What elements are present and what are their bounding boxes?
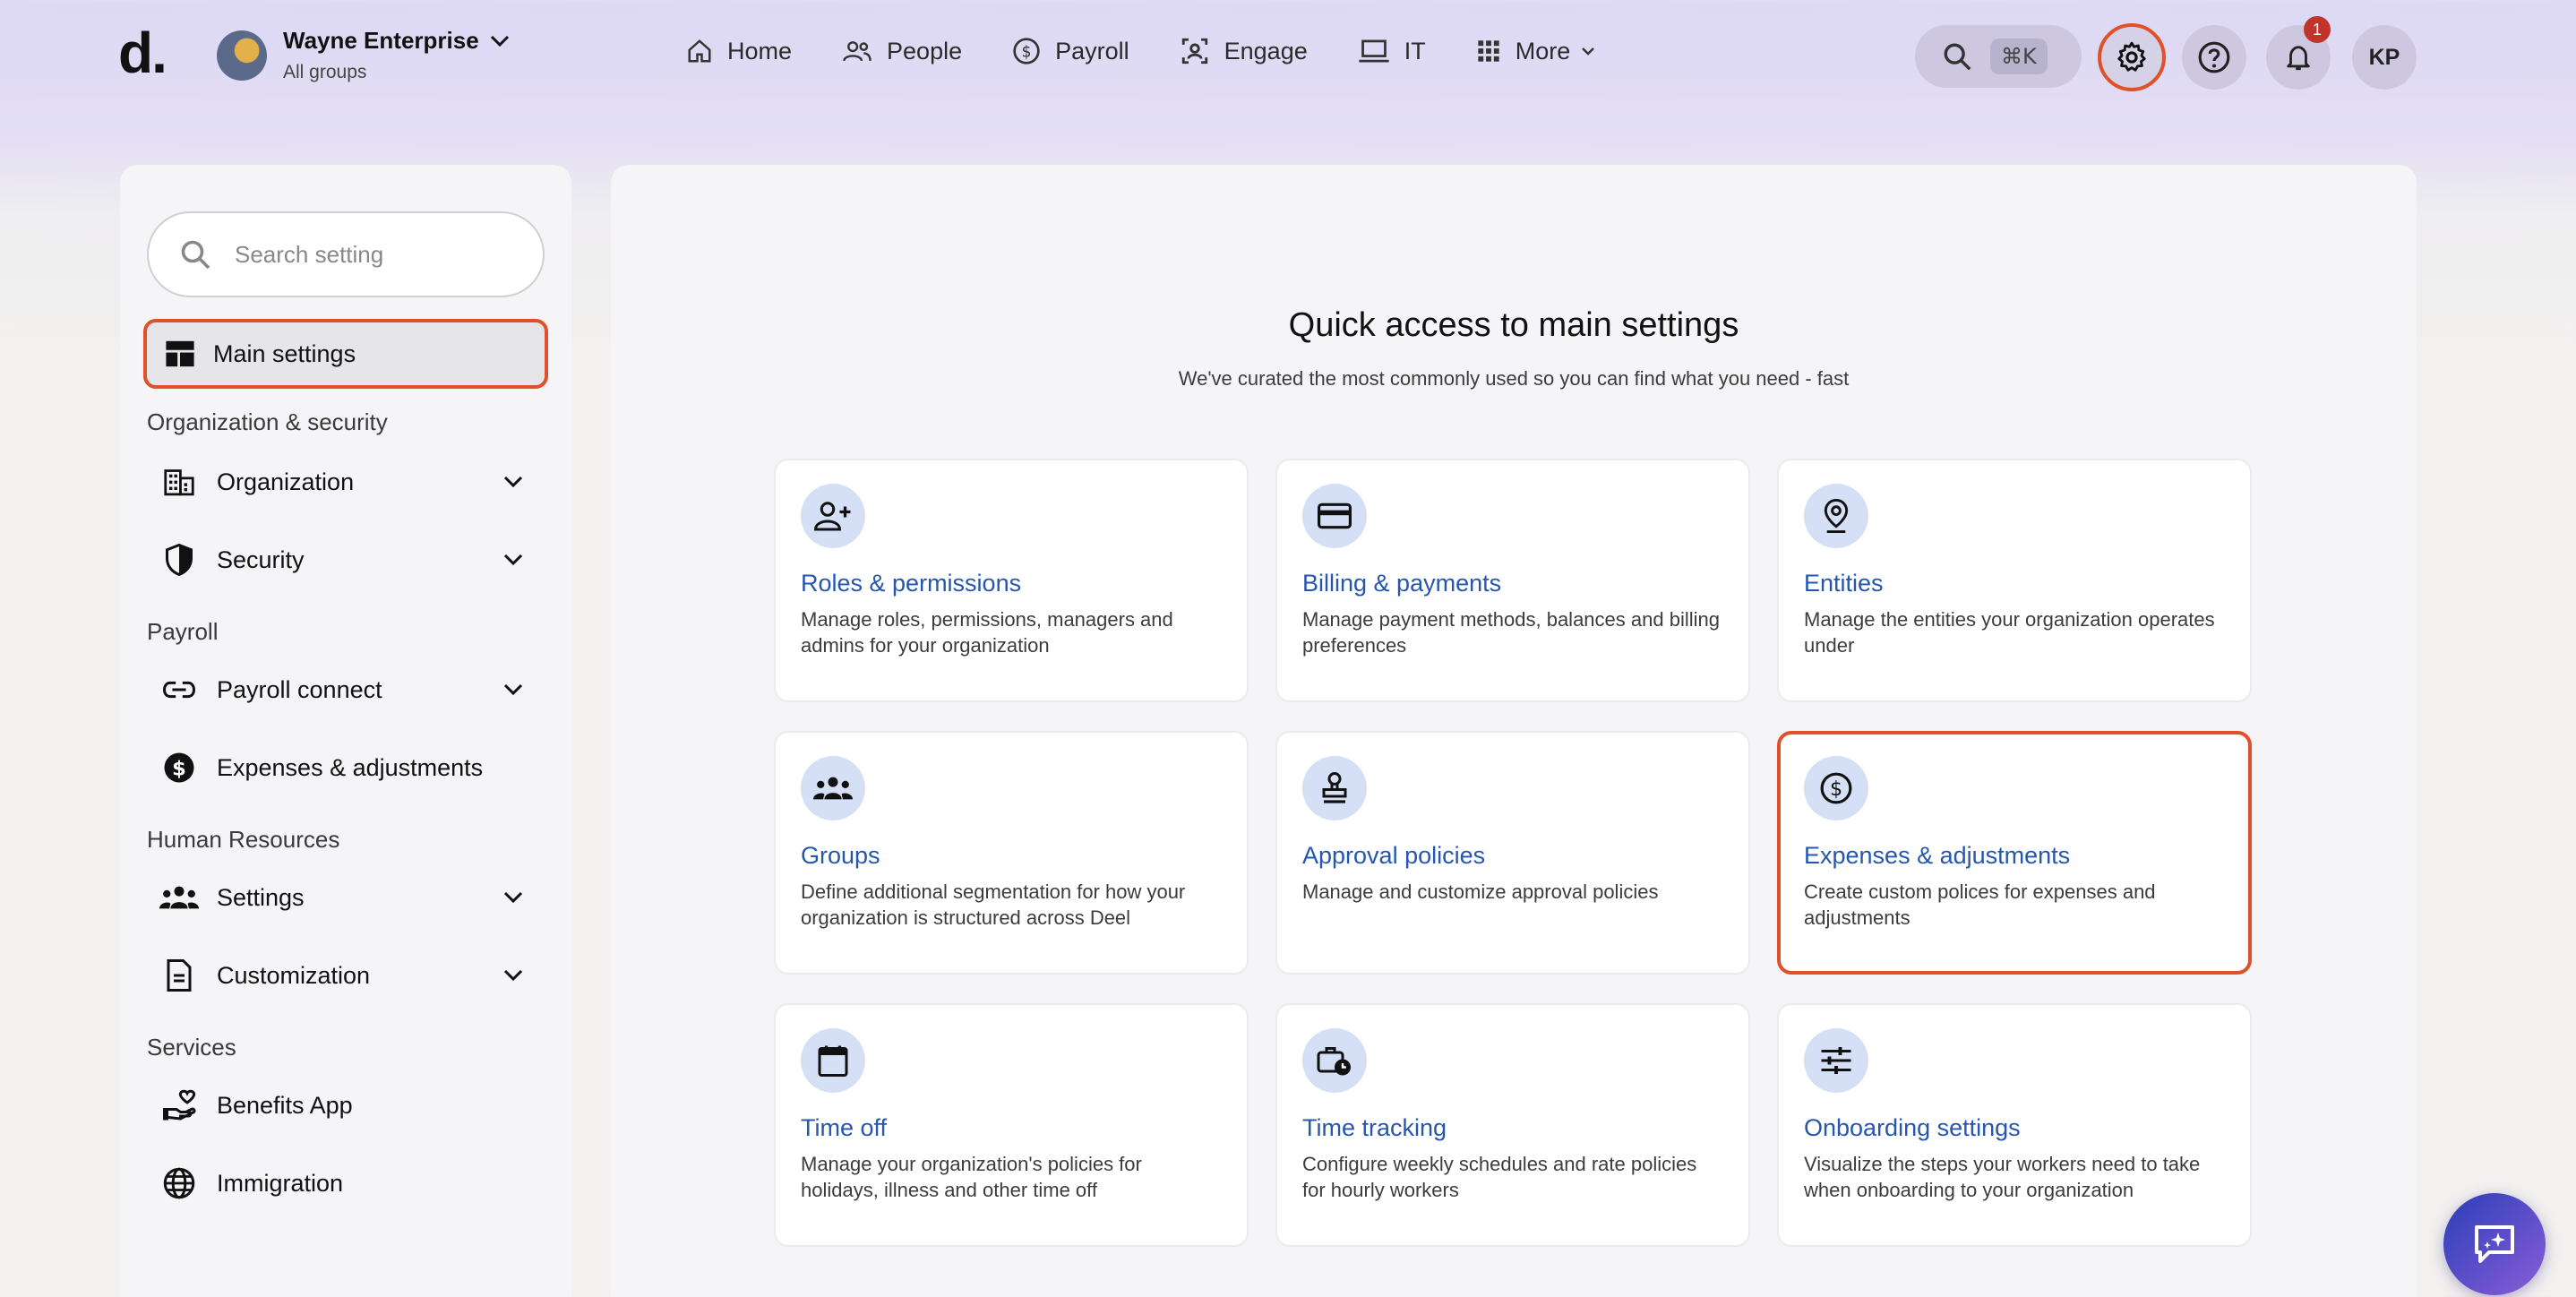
- nav-engage[interactable]: Engage: [1180, 36, 1308, 66]
- nav-home[interactable]: Home: [686, 38, 792, 65]
- sidebar-item-benefits-app[interactable]: Benefits App: [159, 1078, 536, 1132]
- stamp-icon: [1322, 772, 1347, 803]
- card-billing-payments[interactable]: Billing & payments Manage payment method…: [1275, 459, 1750, 702]
- settings-sidebar: Main settings Organization & security Or…: [120, 165, 571, 1297]
- org-name: Wayne Enterprise: [283, 27, 510, 55]
- chevron-down-icon: [503, 969, 523, 982]
- sidebar-item-security[interactable]: Security: [159, 533, 536, 587]
- gear-icon: [2117, 41, 2146, 72]
- card-time-tracking[interactable]: Time tracking Configure weekly schedules…: [1275, 1003, 1750, 1247]
- nav-payroll[interactable]: $ Payroll: [1012, 37, 1129, 65]
- card-time-off[interactable]: Time off Manage your organization's poli…: [774, 1003, 1249, 1247]
- chevron-down-icon: [503, 476, 523, 488]
- section-heading-services: Services: [147, 1034, 236, 1061]
- top-bar: d. Wayne Enterprise All groups Home Peop…: [0, 0, 2576, 111]
- card-expenses-adjustments[interactable]: $ Expenses & adjustments Create custom p…: [1777, 731, 2252, 975]
- sidebar-item-payroll-connect[interactable]: Payroll connect: [159, 663, 536, 717]
- org-scope: All groups: [283, 62, 367, 82]
- search-icon: [181, 240, 210, 270]
- people-icon: [843, 41, 872, 62]
- user-avatar[interactable]: KP: [2352, 25, 2417, 90]
- card-approval-policies[interactable]: Approval policies Manage and customize a…: [1275, 731, 1750, 975]
- engage-icon: [1181, 38, 1207, 64]
- page-title: Quick access to main settings: [1288, 306, 1739, 344]
- sidebar-item-customization[interactable]: Customization: [159, 949, 536, 1002]
- search-shortcut: ⌘K: [1990, 39, 2048, 74]
- sidebar-item-hr-settings[interactable]: Settings: [159, 871, 536, 924]
- hand-heart-icon: [163, 1089, 196, 1121]
- sidebar-item-expenses-adjustments[interactable]: $ Expenses & adjustments: [159, 741, 536, 795]
- chevron-down-icon: [503, 683, 523, 696]
- link-icon: [163, 681, 195, 699]
- main-nav: Home People $ Payroll Engage IT More: [686, 36, 1645, 66]
- building-icon: [164, 469, 194, 496]
- user-plus-icon: [814, 502, 851, 531]
- deel-logo[interactable]: d.: [118, 20, 167, 86]
- svg-text:$: $: [172, 757, 186, 780]
- section-heading-org-security: Organization & security: [147, 408, 388, 435]
- shield-icon: [166, 544, 193, 576]
- org-switcher[interactable]: Wayne Enterprise All groups: [217, 27, 510, 83]
- dollar-circle-icon: $: [164, 752, 194, 783]
- chevron-down-icon: [490, 35, 509, 47]
- svg-text:$: $: [1022, 44, 1032, 62]
- dollar-circle-icon: $: [1013, 38, 1040, 64]
- nav-people[interactable]: People: [842, 38, 962, 65]
- nav-more[interactable]: More: [1476, 38, 1596, 65]
- dashboard-icon: [166, 340, 194, 367]
- document-icon: [167, 959, 192, 992]
- grid-icon: [1478, 40, 1499, 62]
- location-pin-icon: [1824, 499, 1849, 533]
- global-search-button[interactable]: ⌘K: [1915, 25, 2082, 88]
- groups-icon: [159, 886, 199, 909]
- page-subtitle: We've curated the most commonly used so …: [1178, 367, 1850, 390]
- help-icon: [2198, 41, 2230, 73]
- nav-it[interactable]: IT: [1358, 38, 1426, 65]
- card-entities[interactable]: Entities Manage the entities your organi…: [1777, 459, 2252, 702]
- sidebar-item-main-settings[interactable]: Main settings: [143, 319, 548, 389]
- chevron-down-icon: [503, 891, 523, 904]
- card-roles-permissions[interactable]: Roles & permissions Manage roles, permis…: [774, 459, 1249, 702]
- help-button[interactable]: [2182, 25, 2246, 90]
- card-groups[interactable]: Groups Define additional segmentation fo…: [774, 731, 1249, 975]
- bell-icon: [2287, 46, 2310, 71]
- sidebar-item-immigration[interactable]: Immigration: [159, 1156, 536, 1210]
- credit-card-icon: [1318, 502, 1352, 529]
- home-icon: [688, 39, 711, 63]
- section-heading-payroll: Payroll: [147, 618, 219, 645]
- settings-button[interactable]: [2098, 23, 2166, 91]
- chevron-down-icon: [503, 554, 523, 566]
- dollar-circle-icon: $: [1820, 772, 1852, 804]
- ai-chat-button[interactable]: [2443, 1193, 2546, 1295]
- sliders-icon: [1821, 1047, 1851, 1074]
- card-onboarding-settings[interactable]: Onboarding settings Visualize the steps …: [1777, 1003, 2252, 1247]
- settings-main-panel: Quick access to main settings We've cura…: [611, 165, 2417, 1297]
- notification-badge: 1: [2304, 16, 2331, 43]
- globe-icon: [163, 1167, 195, 1199]
- chevron-down-icon: [1582, 47, 1595, 56]
- setting-search[interactable]: [147, 211, 545, 297]
- chat-sparkle-icon: [2475, 1225, 2514, 1263]
- svg-text:$: $: [1830, 777, 1842, 801]
- search-icon: [1944, 43, 1971, 71]
- sidebar-item-organization[interactable]: Organization: [159, 455, 536, 509]
- calendar-icon: [818, 1045, 848, 1077]
- org-avatar: [217, 30, 267, 81]
- groups-icon: [813, 777, 853, 800]
- setting-search-input[interactable]: [235, 240, 521, 269]
- laptop-icon: [1359, 39, 1389, 63]
- section-heading-hr: Human Resources: [147, 826, 340, 853]
- briefcase-clock-icon: [1317, 1047, 1351, 1076]
